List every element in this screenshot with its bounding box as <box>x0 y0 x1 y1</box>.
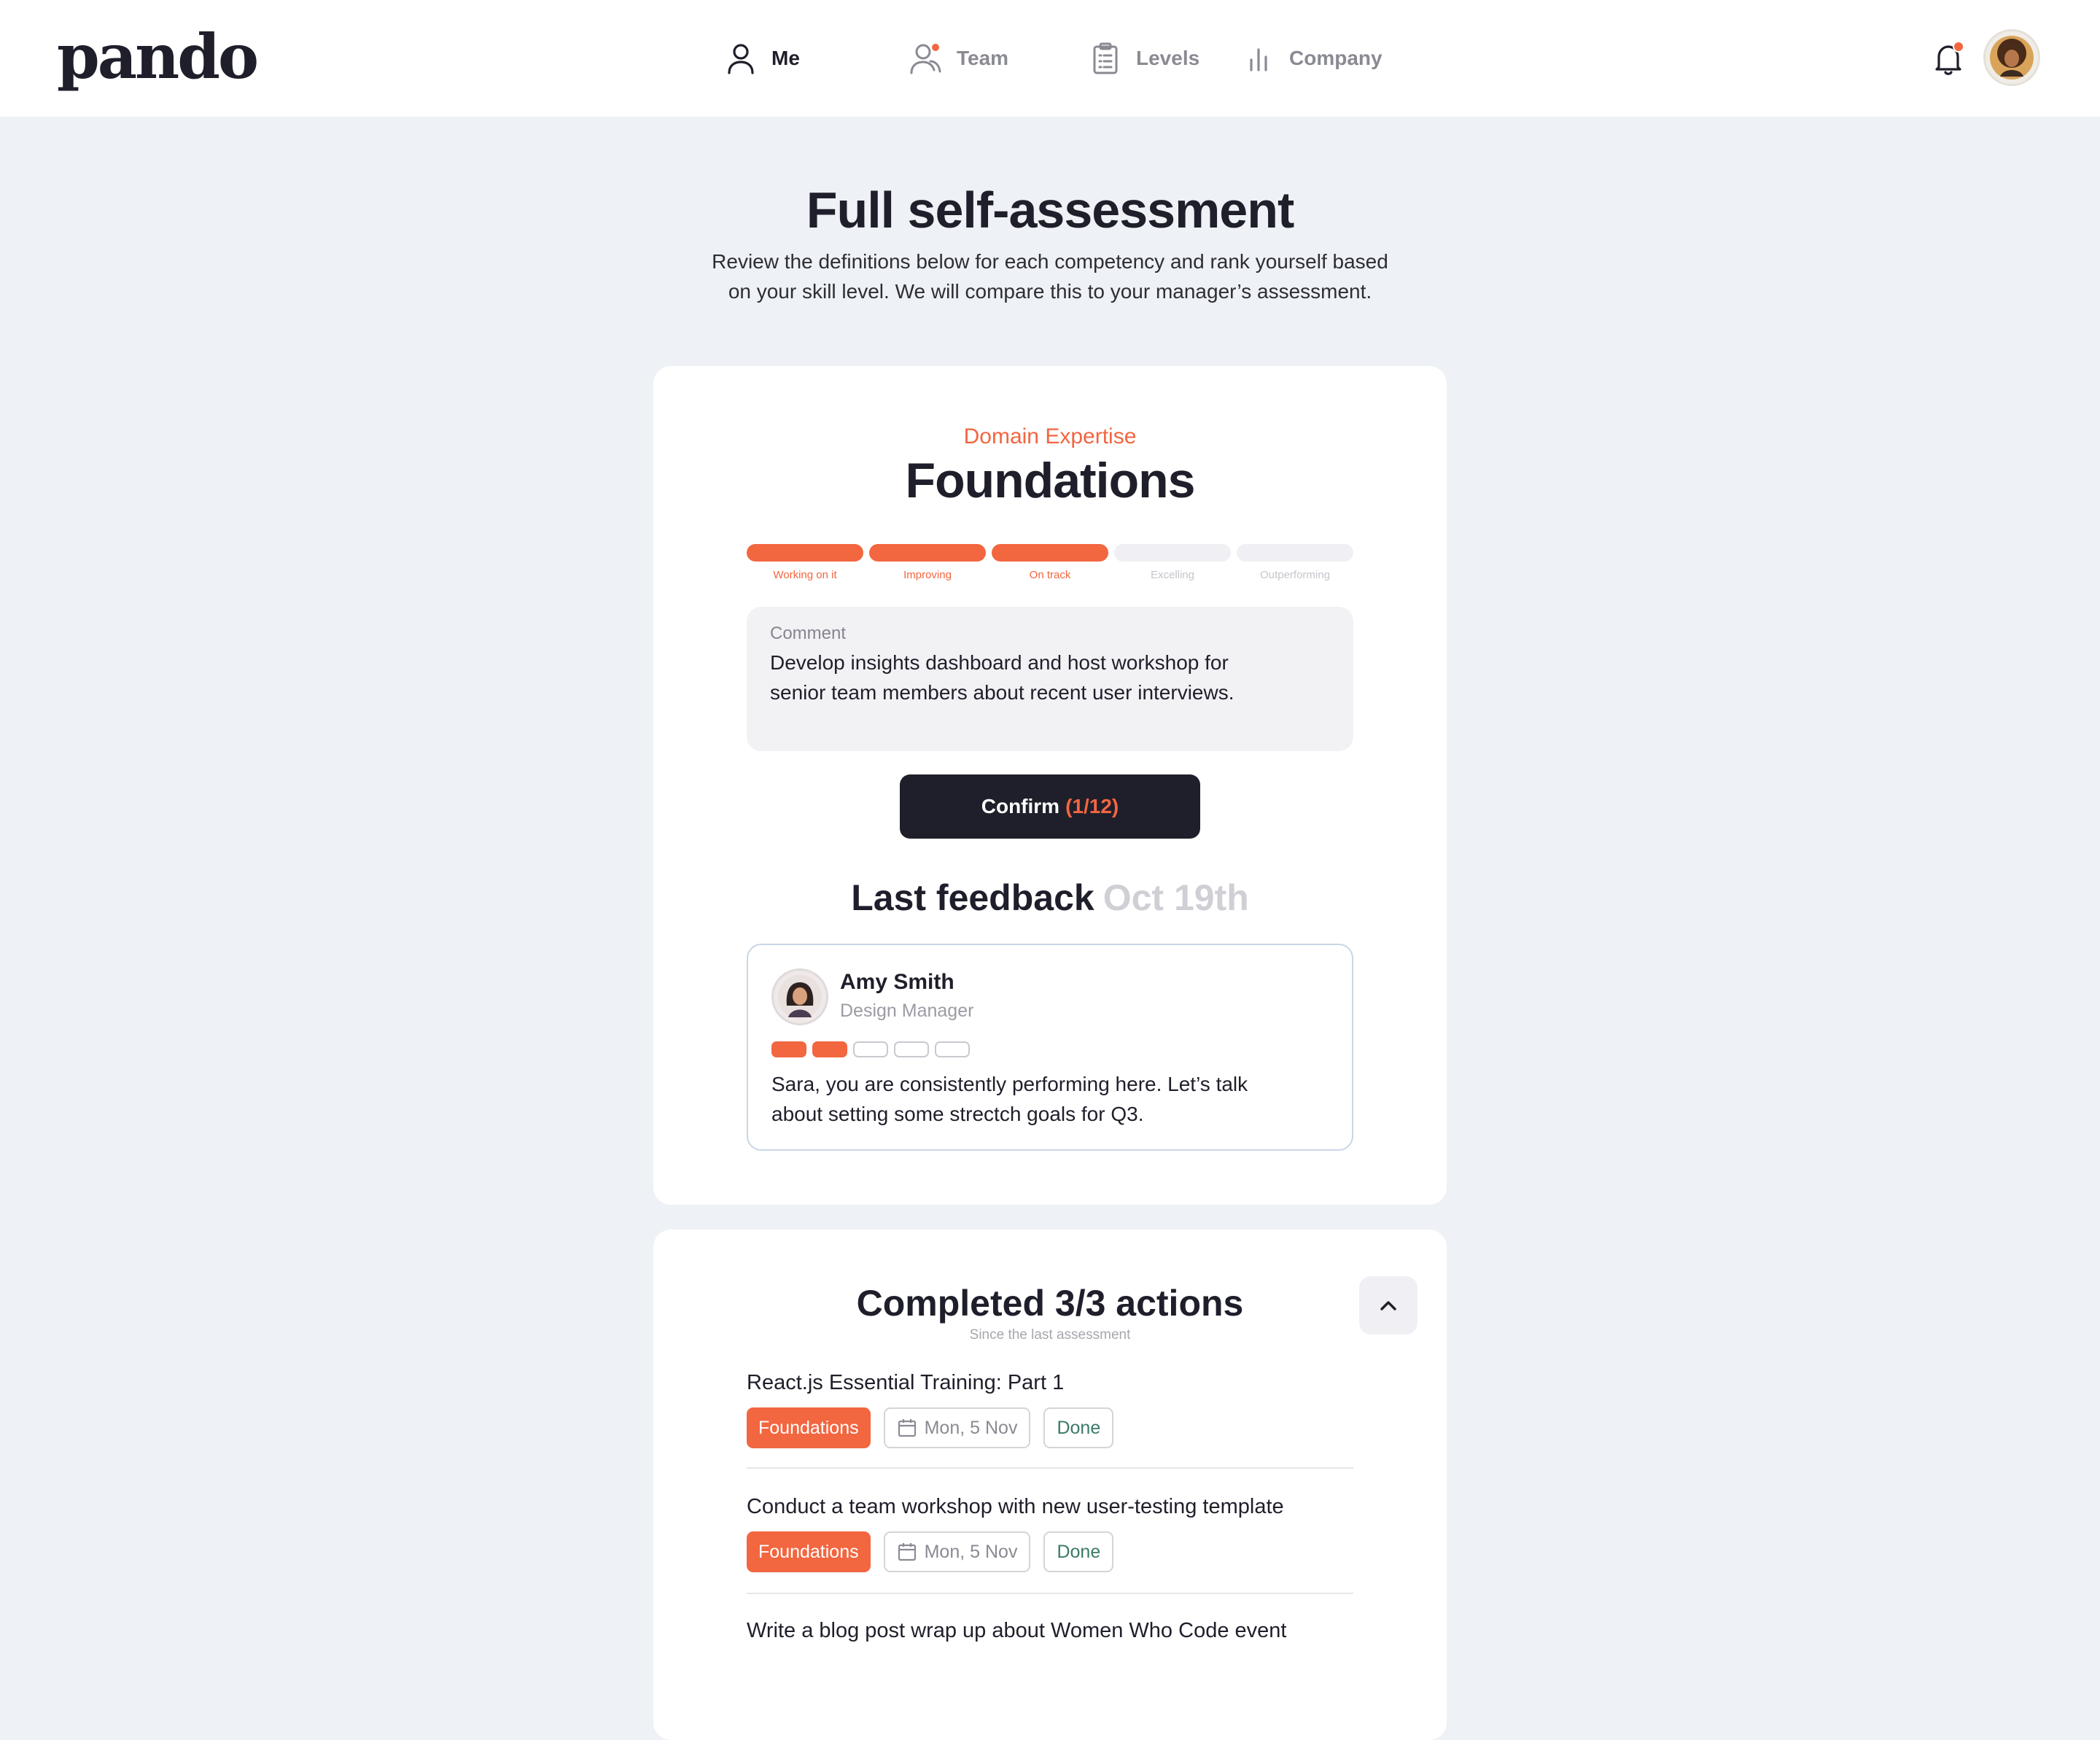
calendar-icon <box>898 1543 916 1561</box>
confirm-label: Confirm <box>981 795 1060 817</box>
feedback-card: Amy Smith Design Manager Sara, you are c… <box>747 944 1353 1151</box>
divider <box>747 1593 1353 1594</box>
subtitle-line: on your skill level. We will compare thi… <box>728 280 1372 303</box>
team-icon <box>909 41 944 76</box>
date-tag[interactable]: Mon, 5 Nov <box>883 1531 1031 1572</box>
status-tag[interactable]: Done <box>1043 1531 1114 1572</box>
rating-pill <box>771 1041 806 1057</box>
clipboard-icon <box>1088 41 1123 76</box>
comment-line: senior team members about recent user in… <box>770 681 1234 704</box>
comment-text: Develop insights dashboard and host work… <box>770 648 1330 707</box>
action-title: Conduct a team workshop with new user-te… <box>747 1495 1284 1518</box>
notification-dot <box>1953 41 1964 53</box>
date-tag[interactable]: Mon, 5 Nov <box>883 1407 1031 1448</box>
page-title: Full self-assessment <box>806 182 1295 238</box>
nav-item-levels[interactable]: Levels <box>1088 0 1199 117</box>
nav-item-me[interactable]: Me <box>723 0 800 117</box>
nav-item-team[interactable]: Team <box>909 0 1008 117</box>
collapse-button[interactable] <box>1359 1276 1418 1335</box>
divider <box>747 1467 1353 1469</box>
avatar-image <box>1990 36 2034 79</box>
competency-category: Domain Expertise <box>963 424 1137 448</box>
action-tags: Foundations Mon, 5 Nov Done <box>747 1531 1353 1572</box>
action-title: React.js Essential Training: Part 1 <box>747 1371 1065 1394</box>
action-item[interactable]: Write a blog post wrap up about Women Wh… <box>747 1617 1353 1644</box>
top-navigation-bar: pando Me Team Levels Company <box>0 0 2100 117</box>
rating-pill <box>935 1041 970 1057</box>
level-selector: Working on it Improving On track Excelli… <box>747 544 1353 588</box>
level-bar <box>992 544 1108 562</box>
competency-card: Domain Expertise Foundations Working on … <box>653 366 1447 1205</box>
feedback-heading-label: Last feedback <box>851 877 1094 918</box>
action-item[interactable]: Conduct a team workshop with new user-te… <box>747 1494 1353 1572</box>
confirm-count: (1/12) <box>1065 795 1119 817</box>
level-bar <box>747 544 863 562</box>
action-item[interactable]: React.js Essential Training: Part 1 Foun… <box>747 1370 1353 1448</box>
actions-subtitle: Since the last assessment <box>969 1327 1131 1343</box>
action-title: Write a blog post wrap up about Women Wh… <box>747 1619 1287 1642</box>
notification-dot <box>930 42 941 53</box>
status-tag[interactable]: Done <box>1043 1407 1114 1448</box>
notifications-button[interactable] <box>1929 39 1967 77</box>
action-tags: Foundations Mon, 5 Nov Done <box>747 1407 1353 1448</box>
level-label: Working on it <box>773 569 837 581</box>
pando-logo[interactable]: pando <box>57 20 259 93</box>
rating-pill <box>894 1041 929 1057</box>
feedback-line: Sara, you are consistently performing he… <box>771 1073 1248 1095</box>
rating-pill <box>853 1041 888 1057</box>
date-label: Mon, 5 Nov <box>924 1417 1018 1438</box>
avatar-image <box>778 975 822 1019</box>
feedback-date: Oct 19th <box>1102 877 1249 918</box>
category-tag[interactable]: Foundations <box>747 1407 871 1448</box>
level-label: Excelling <box>1150 569 1195 581</box>
comment-label: Comment <box>770 624 847 643</box>
level-improving[interactable]: Improving <box>869 544 986 581</box>
user-avatar[interactable] <box>1983 29 2040 86</box>
completed-actions-card: Completed 3/3 actions Since the last ass… <box>653 1230 1447 1740</box>
actions-title: Completed 3/3 actions <box>856 1283 1244 1324</box>
nav-item-label: Levels <box>1136 47 1200 69</box>
feedback-line: about setting some strectch goals for Q3… <box>771 1103 1144 1125</box>
level-bar <box>1237 544 1353 562</box>
level-on-track[interactable]: On track <box>992 544 1108 581</box>
level-working-on-it[interactable]: Working on it <box>747 544 863 581</box>
nav-item-label: Company <box>1289 47 1382 69</box>
chevron-up-icon <box>1380 1301 1396 1310</box>
author-name: Amy Smith <box>840 970 954 994</box>
comment-line: Develop insights dashboard and host work… <box>770 651 1229 674</box>
confirm-button[interactable]: Confirm (1/12) <box>900 774 1200 839</box>
feedback-text: Sara, you are consistently performing he… <box>771 1069 1326 1129</box>
competency-title: Foundations <box>905 453 1196 508</box>
subtitle-line: Review the definitions below for each co… <box>712 250 1388 273</box>
author-role: Design Manager <box>840 1001 974 1021</box>
level-excelling[interactable]: Excelling <box>1114 544 1231 581</box>
calendar-icon <box>898 1419 916 1437</box>
date-label: Mon, 5 Nov <box>924 1541 1018 1562</box>
level-label: Improving <box>903 569 952 581</box>
feedback-rating <box>771 1041 970 1057</box>
manager-avatar <box>771 968 828 1025</box>
last-feedback-heading: Last feedback Oct 19th <box>653 877 1447 919</box>
rating-pill <box>812 1041 847 1057</box>
level-outperforming[interactable]: Outperforming <box>1237 544 1353 581</box>
bar-chart-icon <box>1241 41 1276 76</box>
level-bar <box>869 544 986 562</box>
nav-item-company[interactable]: Company <box>1241 0 1382 117</box>
nav-item-label: Me <box>771 47 800 69</box>
level-bar <box>1114 544 1231 562</box>
nav-item-label: Team <box>957 47 1009 69</box>
level-label: Outperforming <box>1260 569 1330 581</box>
page-subtitle: Review the definitions below for each co… <box>671 246 1429 306</box>
category-tag[interactable]: Foundations <box>747 1531 871 1572</box>
user-icon <box>723 41 758 76</box>
level-label: On track <box>1029 569 1071 581</box>
comment-field[interactable]: Comment Develop insights dashboard and h… <box>747 607 1353 751</box>
